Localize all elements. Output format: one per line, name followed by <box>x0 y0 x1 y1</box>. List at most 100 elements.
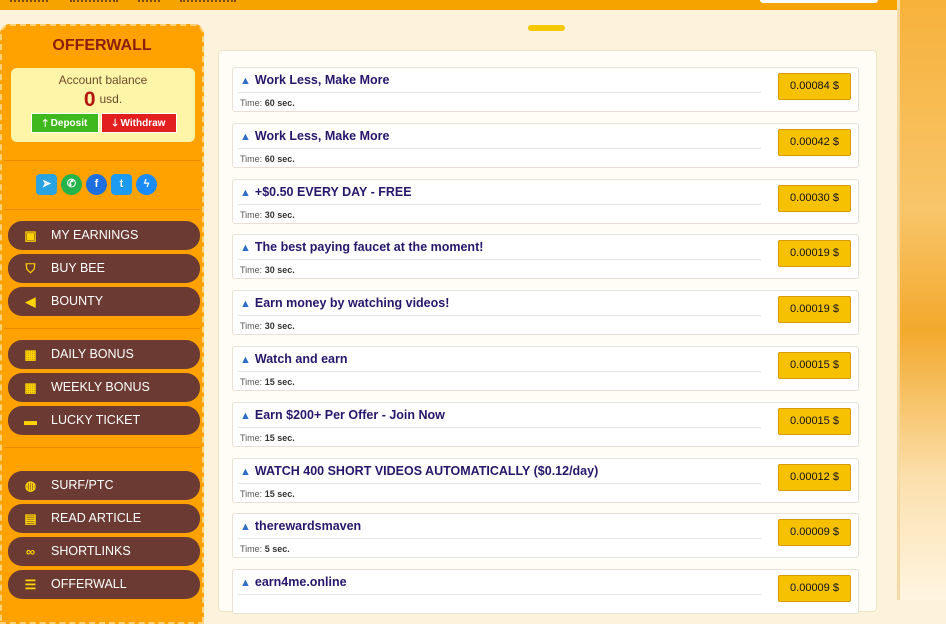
withdraw-label: Withdraw <box>120 118 166 129</box>
divider <box>4 328 200 329</box>
sidebar-item-weekly-bonus[interactable]: ▦ WEEKLY BONUS <box>8 373 200 402</box>
sidebar-item-daily-bonus[interactable]: ▦ DAILY BONUS <box>8 340 200 369</box>
offer-time-value: 60 sec. <box>264 98 295 108</box>
offer-title[interactable]: earn4me.online <box>255 575 347 589</box>
money-bag-icon: ▲ <box>240 298 251 310</box>
ticket-icon: ▬ <box>24 413 37 428</box>
top-nav-item[interactable] <box>138 0 160 4</box>
offer-card[interactable]: ▲ Earn $200+ Per Offer - Join Now Time: 15… <box>232 402 859 447</box>
offer-title-row: ▲ The best paying faucet at the moment! <box>240 240 483 254</box>
sidebar-item-surf-ptc[interactable]: ◍ SURF/PTC <box>8 471 200 500</box>
top-nav-item[interactable] <box>180 0 236 4</box>
time-label: Time: <box>240 154 263 164</box>
sidebar-item-label: DAILY BONUS <box>51 347 134 361</box>
gift-icon: ▦ <box>24 347 37 362</box>
arrow-down-icon: 🡓 <box>112 118 118 129</box>
sidebar-item-read-article[interactable]: ▤ READ ARTICLE <box>8 504 200 533</box>
sidebar-item-offerwall[interactable]: ☰ OFFERWALL <box>8 570 200 599</box>
sidebar-item-label: WEEKLY BONUS <box>51 380 150 394</box>
offer-title[interactable]: therewardsmaven <box>255 519 361 533</box>
offer-title-row: ▲ WATCH 400 SHORT VIDEOS AUTOMATICALLY ($… <box>240 464 598 478</box>
top-bar <box>0 0 900 10</box>
divider <box>238 204 761 205</box>
offer-price-button[interactable]: 0.00042 $ <box>778 129 851 156</box>
offer-card[interactable]: ▲ earn4me.online 0.00009 $ <box>232 569 859 614</box>
sidebar-item-label: OFFERWALL <box>51 577 127 591</box>
offer-title-row: ▲ +$0.50 EVERY DAY - FREE <box>240 185 412 199</box>
offer-price-button[interactable]: 0.00009 $ <box>778 519 851 546</box>
sidebar-title: OFFERWALL <box>52 37 152 54</box>
sidebar-item-buy-bee[interactable]: ⛉ BUY BEE <box>8 254 200 283</box>
sidebar-item-bounty[interactable]: ◀ BOUNTY <box>8 287 200 316</box>
twitter-icon[interactable]: t <box>111 174 132 195</box>
offer-price-button[interactable]: 0.00012 $ <box>778 464 851 491</box>
sidebar: OFFERWALL Account balance 0 usd. 🡑 Deposi… <box>0 24 204 624</box>
offer-title[interactable]: Work Less, Make More <box>255 129 390 143</box>
offer-time-value: 30 sec. <box>264 210 295 220</box>
offer-time: Time: 5 sec. <box>240 544 290 554</box>
offer-card[interactable]: ▲ WATCH 400 SHORT VIDEOS AUTOMATICALLY ($… <box>232 458 859 503</box>
offer-card[interactable]: ▲ Work Less, Make More Time: 60 sec. 0.0008… <box>232 67 859 112</box>
offer-price-button[interactable]: 0.00019 $ <box>778 240 851 267</box>
balance-box: Account balance 0 usd. 🡑 Deposit 🡓 Withdr… <box>11 68 195 142</box>
top-nav-item[interactable] <box>10 0 48 4</box>
money-bag-icon: ▲ <box>240 242 251 254</box>
offer-title[interactable]: Watch and earn <box>255 352 348 366</box>
offer-time: Time: 15 sec. <box>240 433 295 443</box>
offer-time-value: 5 sec. <box>264 544 290 554</box>
money-bag-icon: ▲ <box>240 410 251 422</box>
offer-card[interactable]: ▲ +$0.50 EVERY DAY - FREE Time: 30 sec. 0.0… <box>232 179 859 224</box>
offer-title[interactable]: WATCH 400 SHORT VIDEOS AUTOMATICALLY ($0… <box>255 464 598 478</box>
offer-card[interactable]: ▲ Earn money by watching videos! Time: 30 … <box>232 290 859 335</box>
deposit-button[interactable]: 🡑 Deposit <box>31 113 99 133</box>
article-icon: ▤ <box>24 511 37 526</box>
offer-title-row: ▲ Earn money by watching videos! <box>240 296 449 310</box>
divider <box>238 483 761 484</box>
offer-title[interactable]: Earn $200+ Per Offer - Join Now <box>255 408 445 422</box>
panel-handle <box>528 25 565 31</box>
offer-price-button[interactable]: 0.00084 $ <box>778 73 851 100</box>
money-bag-icon: ▲ <box>240 75 251 87</box>
messenger-icon[interactable]: ϟ <box>136 174 157 195</box>
divider <box>238 371 761 372</box>
balance-unit: usd. <box>99 92 123 106</box>
offer-title-row: ▲ Earn $200+ Per Offer - Join Now <box>240 408 445 422</box>
money-bag-icon: ▲ <box>240 131 251 143</box>
balance-amount: 0 <box>83 88 96 111</box>
offer-time-value: 15 sec. <box>264 377 295 387</box>
offer-price-button[interactable]: 0.00019 $ <box>778 296 851 323</box>
arrow-up-icon: 🡑 <box>42 118 48 129</box>
sidebar-item-label: SURF/PTC <box>51 478 114 492</box>
coins-icon: ☰ <box>24 577 37 592</box>
offer-title[interactable]: The best paying faucet at the moment! <box>255 240 484 254</box>
offer-price-button[interactable]: 0.00015 $ <box>778 352 851 379</box>
sidebar-item-shortlinks[interactable]: ∞ SHORTLINKS <box>8 537 200 566</box>
whatsapp-icon[interactable]: ✆ <box>61 174 82 195</box>
sidebar-item-lucky-ticket[interactable]: ▬ LUCKY TICKET <box>8 406 200 435</box>
offer-price-button[interactable]: 0.00015 $ <box>778 408 851 435</box>
offer-price-button[interactable]: 0.00030 $ <box>778 185 851 212</box>
offer-title[interactable]: +$0.50 EVERY DAY - FREE <box>255 185 412 199</box>
offer-time-value: 30 sec. <box>264 321 295 331</box>
offer-card[interactable]: ▲ The best paying faucet at the moment! Ti… <box>232 234 859 279</box>
sidebar-item-my-earnings[interactable]: ▣ MY EARNINGS <box>8 221 200 250</box>
offer-title[interactable]: Earn money by watching videos! <box>255 296 450 310</box>
withdraw-button[interactable]: 🡓 Withdraw <box>101 113 177 133</box>
time-label: Time: <box>240 433 263 443</box>
offer-card[interactable]: ▲ Watch and earn Time: 15 sec. 0.00015 $ <box>232 346 859 391</box>
offer-card[interactable]: ▲ therewardsmaven Time: 5 sec. 0.00009 $ <box>232 513 859 558</box>
offer-card[interactable]: ▲ Work Less, Make More Time: 60 sec. 0.0004… <box>232 123 859 168</box>
telegram-icon[interactable]: ➤ <box>36 174 57 195</box>
divider <box>238 148 761 149</box>
offer-title[interactable]: Work Less, Make More <box>255 73 390 87</box>
top-nav-item[interactable] <box>70 0 118 4</box>
facebook-icon[interactable]: f <box>86 174 107 195</box>
top-user-pill[interactable] <box>760 0 878 3</box>
sidebar-item-label: MY EARNINGS <box>51 228 139 242</box>
offer-time-value: 30 sec. <box>264 265 295 275</box>
offer-price-button[interactable]: 0.00009 $ <box>778 575 851 602</box>
divider <box>238 594 761 595</box>
money-bag-icon: ▲ <box>240 577 251 589</box>
gift-icon: ▦ <box>24 380 37 395</box>
divider <box>4 160 200 161</box>
